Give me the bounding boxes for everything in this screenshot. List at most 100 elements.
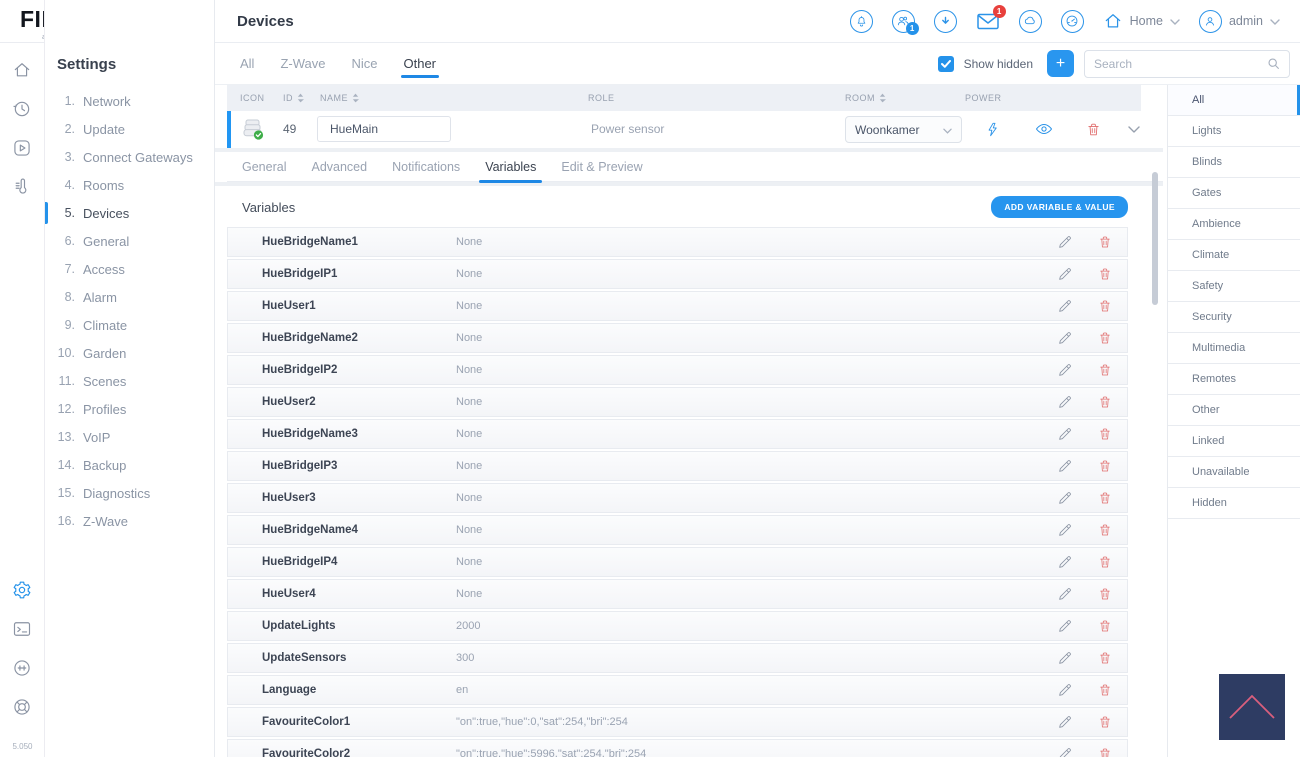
settings-nav-item[interactable]: 14. Backup (45, 451, 214, 479)
delete-variable-icon[interactable] (1096, 266, 1113, 283)
device-tab[interactable]: Other (400, 43, 439, 85)
device-subtab[interactable]: Advanced (311, 152, 367, 182)
device-name-input[interactable] (317, 116, 451, 142)
mail-icon[interactable]: 1 (976, 5, 1006, 31)
category-item[interactable]: Multimedia (1168, 333, 1300, 364)
settings-nav-item[interactable]: 1. Network (45, 87, 214, 115)
settings-nav-item[interactable]: 8. Alarm (45, 283, 214, 311)
download-icon[interactable] (933, 9, 957, 33)
edit-pencil-icon[interactable] (1056, 298, 1073, 315)
category-item[interactable]: Hidden (1168, 488, 1300, 519)
category-item[interactable]: Gates (1168, 178, 1300, 209)
edit-pencil-icon[interactable] (1056, 426, 1073, 443)
column-header-room[interactable]: ROOM (845, 85, 886, 111)
settings-icon[interactable] (12, 580, 32, 600)
category-item[interactable]: Climate (1168, 240, 1300, 271)
settings-nav-item[interactable]: 2. Update (45, 115, 214, 143)
add-device-button[interactable]: + (1047, 50, 1074, 77)
alarm-bell-icon[interactable] (849, 9, 873, 33)
settings-nav-item[interactable]: 3. Connect Gateways (45, 143, 214, 171)
search-input[interactable] (1094, 56, 1267, 71)
room-select[interactable]: Woonkamer (845, 116, 962, 143)
show-hidden-checkbox[interactable] (937, 55, 954, 72)
visibility-eye-icon[interactable] (1035, 120, 1053, 138)
account-selector[interactable]: admin (1198, 9, 1280, 33)
edit-pencil-icon[interactable] (1056, 586, 1073, 603)
edit-pencil-icon[interactable] (1056, 234, 1073, 251)
device-subtab[interactable]: Variables (479, 152, 543, 183)
delete-variable-icon[interactable] (1096, 682, 1113, 699)
settings-nav-item[interactable]: 13. VoIP (45, 423, 214, 451)
settings-nav-item[interactable]: 15. Diagnostics (45, 479, 214, 507)
settings-nav-item[interactable]: 11. Scenes (45, 367, 214, 395)
gauge-icon[interactable] (1060, 9, 1084, 33)
delete-variable-icon[interactable] (1096, 618, 1113, 635)
edit-pencil-icon[interactable] (1056, 682, 1073, 699)
edit-pencil-icon[interactable] (1056, 746, 1073, 757)
category-item[interactable]: Linked (1168, 426, 1300, 457)
edit-pencil-icon[interactable] (1056, 490, 1073, 507)
category-item[interactable]: Other (1168, 395, 1300, 426)
connections-icon[interactable] (12, 658, 32, 678)
device-subtab[interactable]: Edit & Preview (561, 152, 642, 182)
device-tab[interactable]: Z-Wave (280, 43, 325, 85)
add-variable-button[interactable]: ADD VARIABLE & VALUE (991, 196, 1128, 218)
scrollbar-thumb[interactable] (1152, 172, 1158, 305)
delete-variable-icon[interactable] (1096, 394, 1113, 411)
category-item[interactable]: All (1168, 85, 1300, 116)
settings-nav-item[interactable]: 4. Rooms (45, 171, 214, 199)
chart-widget[interactable] (1219, 674, 1285, 740)
category-item[interactable]: Remotes (1168, 364, 1300, 395)
settings-nav-item[interactable]: 12. Profiles (45, 395, 214, 423)
edit-pencil-icon[interactable] (1056, 650, 1073, 667)
column-header-role[interactable]: ROLE (588, 85, 615, 111)
delete-variable-icon[interactable] (1096, 330, 1113, 347)
column-header-icon[interactable]: ICON (240, 85, 265, 111)
delete-variable-icon[interactable] (1096, 426, 1113, 443)
column-header-name[interactable]: NAME (320, 85, 360, 111)
category-item[interactable]: Blinds (1168, 147, 1300, 178)
settings-nav-item[interactable]: 10. Garden (45, 339, 214, 367)
cloud-icon[interactable] (1018, 9, 1042, 33)
delete-variable-icon[interactable] (1096, 522, 1113, 539)
settings-nav-item[interactable]: 9. Climate (45, 311, 214, 339)
edit-pencil-icon[interactable] (1056, 266, 1073, 283)
device-tab[interactable]: Nice (351, 43, 377, 85)
history-icon[interactable] (12, 99, 32, 119)
delete-variable-icon[interactable] (1096, 362, 1113, 379)
expand-chevron-icon[interactable] (1125, 120, 1143, 138)
edit-pencil-icon[interactable] (1056, 330, 1073, 347)
column-header-id[interactable]: ID (283, 85, 304, 111)
category-item[interactable]: Security (1168, 302, 1300, 333)
device-subtab[interactable]: Notifications (392, 152, 460, 182)
edit-pencil-icon[interactable] (1056, 554, 1073, 571)
edit-pencil-icon[interactable] (1056, 458, 1073, 475)
edit-pencil-icon[interactable] (1056, 362, 1073, 379)
category-item[interactable]: Safety (1168, 271, 1300, 302)
delete-variable-icon[interactable] (1096, 458, 1113, 475)
terminal-icon[interactable] (12, 619, 32, 639)
settings-nav-item[interactable]: 6. General (45, 227, 214, 255)
category-item[interactable]: Lights (1168, 116, 1300, 147)
delete-variable-icon[interactable] (1096, 298, 1113, 315)
edit-pencil-icon[interactable] (1056, 394, 1073, 411)
edit-pencil-icon[interactable] (1056, 522, 1073, 539)
users-icon[interactable]: 1 (891, 9, 919, 35)
delete-variable-icon[interactable] (1096, 746, 1113, 757)
climate-icon[interactable] (12, 177, 32, 197)
category-item[interactable]: Unavailable (1168, 457, 1300, 488)
power-bolt-icon[interactable] (983, 120, 1001, 138)
support-icon[interactable] (12, 697, 32, 717)
delete-variable-icon[interactable] (1096, 234, 1113, 251)
device-subtab[interactable]: General (242, 152, 286, 182)
home-selector[interactable]: Home (1103, 11, 1180, 31)
settings-nav-item[interactable]: 7. Access (45, 255, 214, 283)
delete-variable-icon[interactable] (1096, 586, 1113, 603)
delete-variable-icon[interactable] (1096, 554, 1113, 571)
edit-pencil-icon[interactable] (1056, 618, 1073, 635)
media-icon[interactable] (12, 138, 32, 158)
settings-nav-item[interactable]: 16. Z-Wave (45, 507, 214, 535)
delete-device-icon[interactable] (1084, 120, 1102, 138)
device-tab[interactable]: All (240, 43, 254, 85)
delete-variable-icon[interactable] (1096, 650, 1113, 667)
